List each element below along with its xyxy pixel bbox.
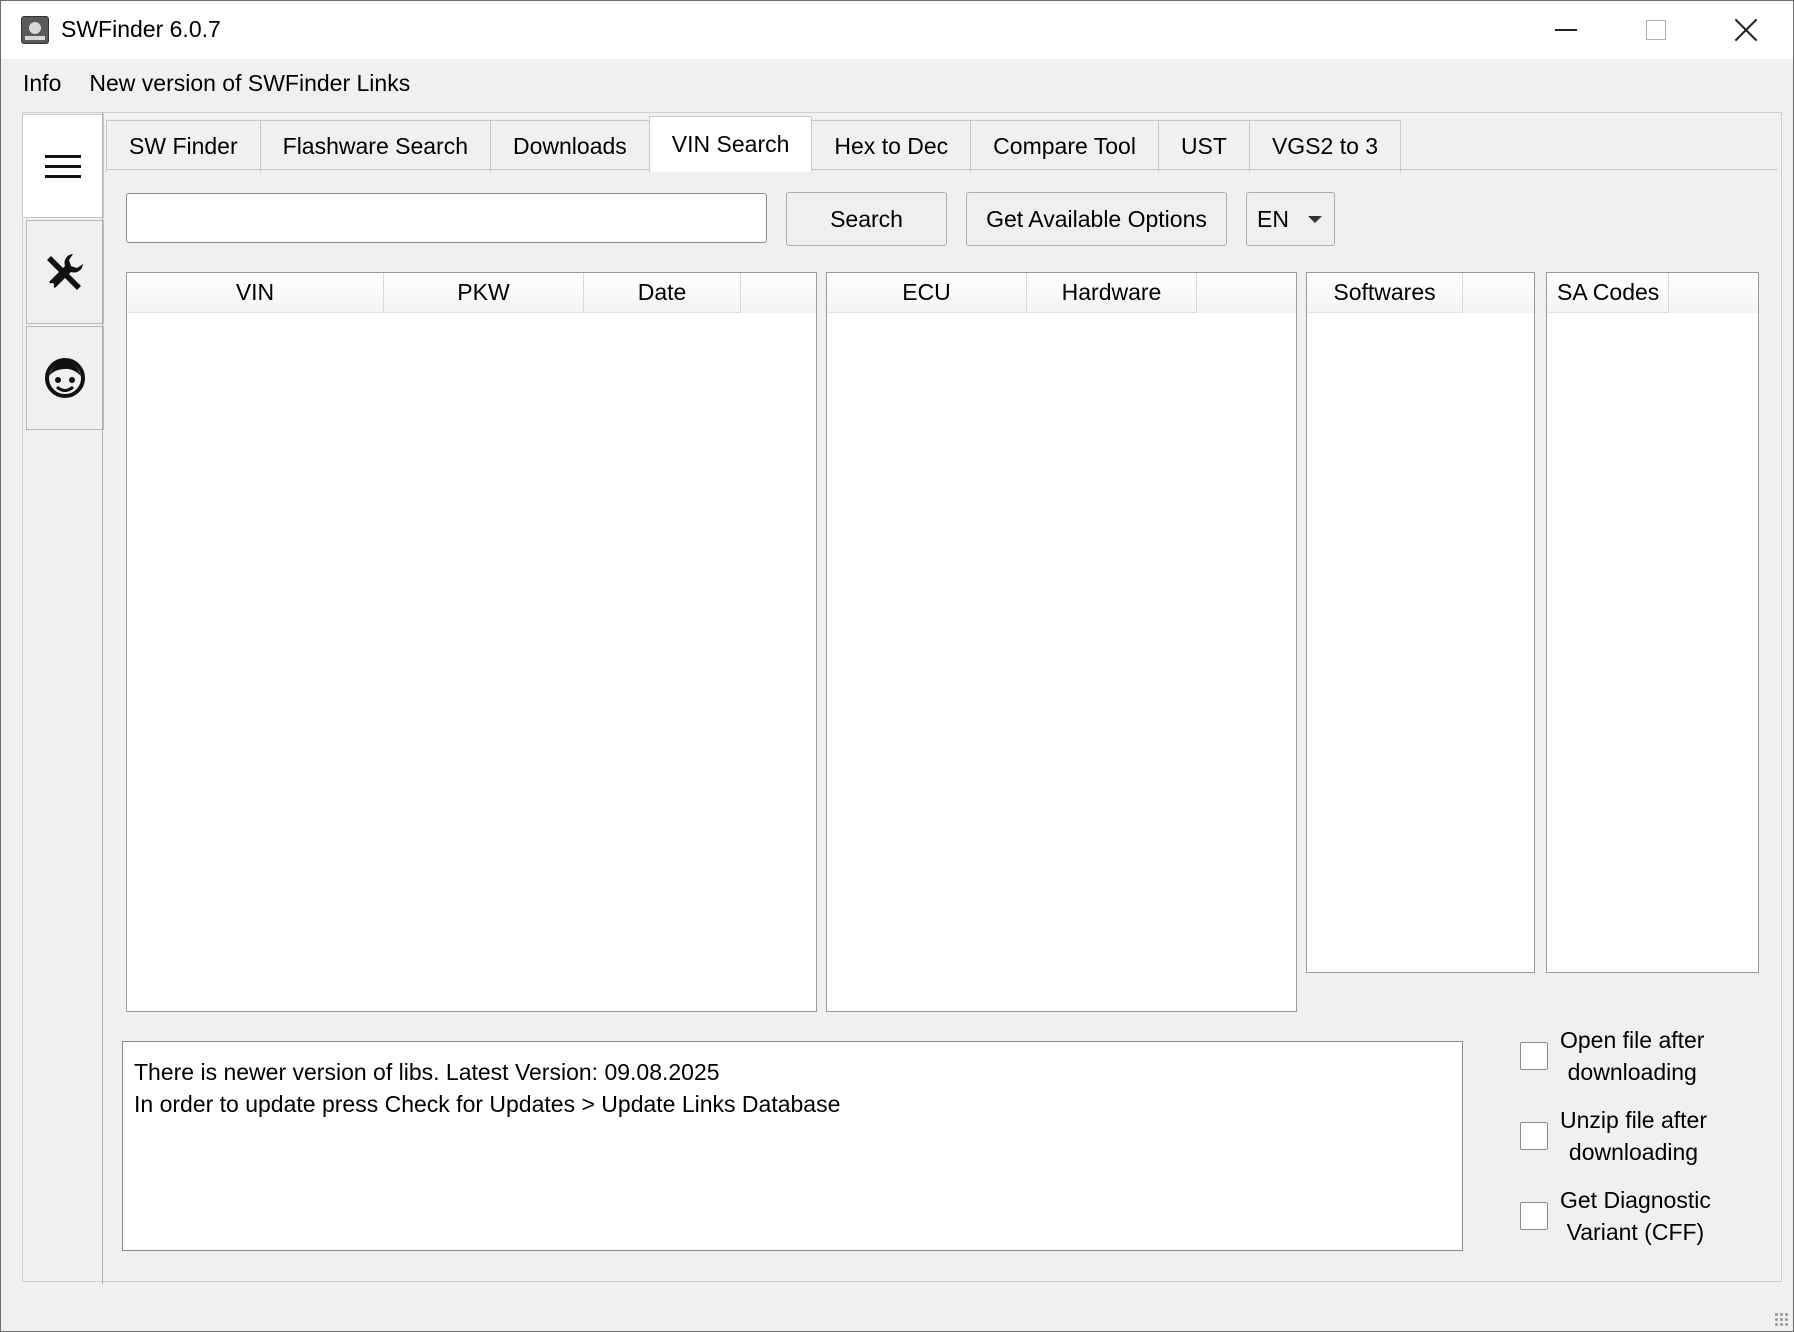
maximize-button[interactable] [1611,1,1701,59]
column-header-sa-codes[interactable]: SA Codes [1547,273,1669,313]
hamburger-icon [45,153,81,179]
title-bar: SWFinder 6.0.7 [1,1,1793,59]
message-log[interactable]: There is newer version of libs. Latest V… [122,1041,1463,1251]
face-icon [45,358,85,398]
search-button[interactable]: Search [786,192,947,246]
close-icon [1734,18,1758,42]
diagnostic-variant-checkbox[interactable] [1520,1202,1548,1230]
column-header-hardware[interactable]: Hardware [1027,273,1197,313]
menu-item-new-version[interactable]: New version of SWFinder Links [89,70,410,97]
column-header-pkw[interactable]: PKW [384,273,584,313]
menu-bar: Info New version of SWFinder Links [1,59,1793,107]
tab-compare-tool[interactable]: Compare Tool [970,120,1159,172]
open-file-option[interactable]: Open file after downloading [1520,1024,1704,1088]
language-value: EN [1257,205,1289,232]
tab-vgs2-to-3[interactable]: VGS2 to 3 [1248,120,1402,172]
unzip-file-option[interactable]: Unzip file after downloading [1520,1104,1707,1168]
column-header-vin[interactable]: VIN [127,273,384,313]
tab-bar: SW Finder Flashware Search Downloads VIN… [106,116,1402,172]
chevron-down-icon [1308,216,1322,223]
vin-list[interactable]: VIN PKW Date [126,272,817,1012]
maximize-icon [1646,20,1666,40]
column-header-softwares[interactable]: Softwares [1307,273,1463,313]
tab-ust[interactable]: UST [1157,120,1250,172]
open-file-checkbox[interactable] [1520,1042,1548,1070]
column-header-ecu[interactable]: ECU [827,273,1027,313]
minimize-icon [1555,29,1577,31]
sidebar-tools-button[interactable] [26,220,104,324]
language-select[interactable]: EN [1246,192,1335,246]
diagnostic-variant-label: Get Diagnostic Variant (CFF) [1560,1187,1711,1245]
resize-grip[interactable] [1774,1312,1790,1328]
sidebar-support-button[interactable] [26,326,104,430]
tab-downloads[interactable]: Downloads [490,120,650,172]
message-line: There is newer version of libs. Latest V… [134,1059,720,1085]
softwares-list[interactable]: Softwares [1306,272,1535,973]
sa-codes-list[interactable]: SA Codes [1546,272,1759,973]
ecu-list[interactable]: ECU Hardware [826,272,1297,1012]
sidebar-divider [102,112,103,1284]
tools-icon [47,254,83,290]
app-icon [21,16,49,44]
minimize-button[interactable] [1521,1,1611,59]
tab-sw-finder[interactable]: SW Finder [106,120,261,172]
sidebar-menu-button[interactable] [22,114,104,218]
close-button[interactable] [1701,1,1791,59]
tab-flashware-search[interactable]: Flashware Search [259,120,491,172]
open-file-label: Open file after downloading [1560,1027,1705,1085]
unzip-file-label: Unzip file after downloading [1560,1107,1708,1165]
tab-vin-search[interactable]: VIN Search [648,116,813,172]
get-available-options-button[interactable]: Get Available Options [966,192,1227,246]
message-line: In order to update press Check for Updat… [134,1091,841,1117]
menu-item-info[interactable]: Info [23,70,61,97]
tab-hex-to-dec[interactable]: Hex to Dec [811,120,972,172]
diagnostic-variant-option[interactable]: Get Diagnostic Variant (CFF) [1520,1184,1711,1248]
tabs-underline [106,169,1778,170]
vin-search-input[interactable] [126,193,767,243]
unzip-file-checkbox[interactable] [1520,1122,1548,1150]
window-title: SWFinder 6.0.7 [61,16,221,42]
column-header-date[interactable]: Date [584,273,741,313]
